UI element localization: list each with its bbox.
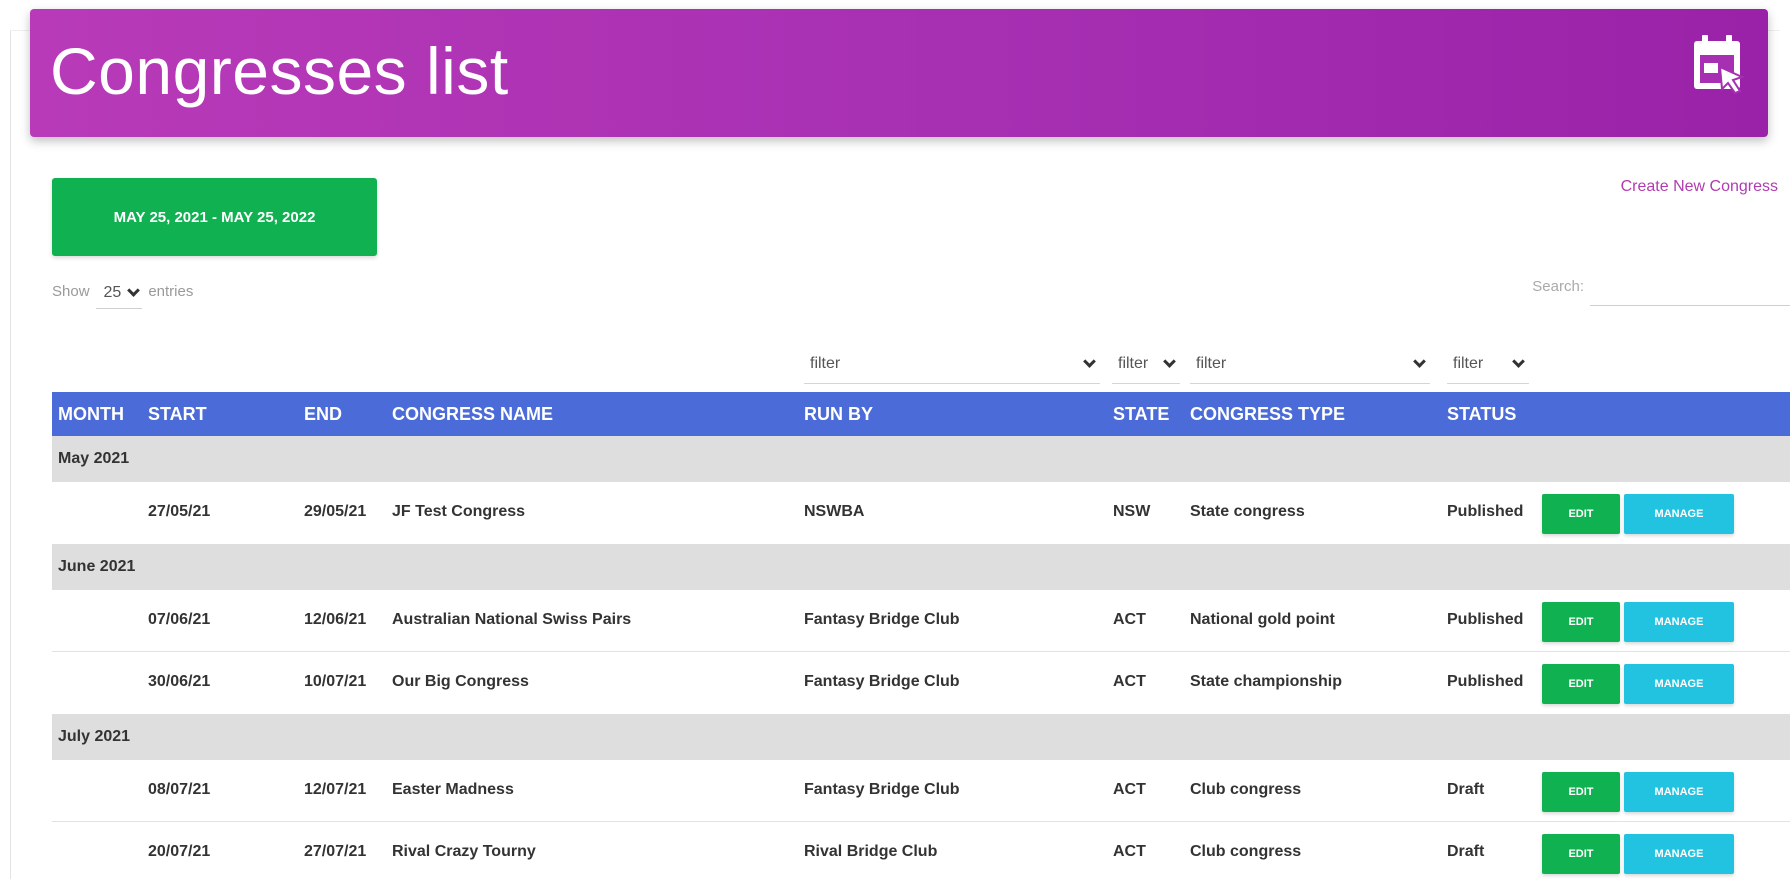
- start-date: 30/06/21: [148, 673, 211, 690]
- manage-button[interactable]: MANAGE: [1624, 664, 1734, 704]
- state: ACT: [1113, 781, 1146, 798]
- congress-type: National gold point: [1190, 611, 1335, 628]
- congress-name: JF Test Congress: [392, 503, 526, 520]
- column-start[interactable]: START: [148, 404, 207, 425]
- congress-name: Australian National Swiss Pairs: [392, 611, 632, 628]
- filter-state-value: filter: [1118, 354, 1149, 372]
- congress-name: Rival Crazy Tourny: [392, 843, 536, 860]
- start-date: 07/06/21: [148, 611, 211, 628]
- edit-button[interactable]: EDIT: [1542, 834, 1620, 874]
- filter-congress-type-value: filter: [1196, 354, 1227, 372]
- congress-name: Our Big Congress: [392, 673, 529, 690]
- column-run-by[interactable]: RUN BY: [804, 404, 873, 425]
- status: Published: [1447, 673, 1524, 690]
- edit-button[interactable]: EDIT: [1542, 602, 1620, 642]
- start-date: 27/05/21: [148, 503, 211, 520]
- chevron-down-icon: [1163, 354, 1176, 368]
- row-actions: EDIT MANAGE: [1542, 602, 1734, 642]
- page-border: [10, 30, 11, 879]
- search-input[interactable]: [1590, 268, 1790, 306]
- congress-type: State championship: [1190, 673, 1343, 690]
- create-new-congress-link[interactable]: Create New Congress: [1621, 178, 1778, 196]
- column-congress-name[interactable]: CONGRESS NAME: [392, 404, 553, 425]
- filter-status-value: filter: [1453, 354, 1484, 372]
- run-by: NSWBA: [804, 503, 865, 520]
- column-end[interactable]: END: [304, 404, 342, 425]
- filter-run-by-value: filter: [810, 354, 841, 372]
- show-label: Show: [52, 283, 90, 300]
- chevron-down-icon: [1512, 354, 1525, 368]
- table-row: 20/07/21 27/07/21 Rival Crazy Tourny Riv…: [52, 822, 1790, 879]
- state: ACT: [1113, 611, 1146, 628]
- edit-button[interactable]: EDIT: [1542, 494, 1620, 534]
- entries-control: Show 25 entries: [52, 274, 193, 309]
- chevron-down-icon: [127, 284, 141, 297]
- month-label: July 2021: [58, 728, 131, 745]
- column-month[interactable]: MONTH: [58, 404, 124, 425]
- table-row: 27/05/21 29/05/21 JF Test Congress NSWBA…: [52, 482, 1790, 544]
- search-label: Search:: [1532, 278, 1584, 295]
- run-by: Fantasy Bridge Club: [804, 611, 960, 628]
- table-row: 07/06/21 12/06/21 Australian National Sw…: [52, 590, 1790, 652]
- manage-button[interactable]: MANAGE: [1624, 772, 1734, 812]
- end-date: 27/07/21: [304, 843, 367, 860]
- filter-run-by[interactable]: filter: [804, 344, 1100, 384]
- month-group-header: May 2021: [52, 436, 1790, 482]
- end-date: 10/07/21: [304, 673, 367, 690]
- filter-state[interactable]: filter: [1112, 344, 1180, 384]
- state: ACT: [1113, 673, 1146, 690]
- chevron-down-icon: [1413, 354, 1426, 368]
- entries-label: entries: [148, 283, 194, 300]
- manage-button[interactable]: MANAGE: [1624, 602, 1734, 642]
- table-row: 30/06/21 10/07/21 Our Big Congress Fanta…: [52, 652, 1790, 714]
- start-date: 08/07/21: [148, 781, 211, 798]
- status: Draft: [1447, 781, 1485, 798]
- run-by: Fantasy Bridge Club: [804, 673, 960, 690]
- calendar-cursor-icon[interactable]: [1690, 33, 1746, 97]
- column-status[interactable]: STATUS: [1447, 404, 1516, 425]
- congress-name: Easter Madness: [392, 781, 514, 798]
- column-congress-type[interactable]: CONGRESS TYPE: [1190, 404, 1345, 425]
- table-row: 08/07/21 12/07/21 Easter Madness Fantasy…: [52, 760, 1790, 822]
- page-size-value: 25: [103, 284, 122, 301]
- month-label: June 2021: [58, 558, 136, 575]
- edit-button[interactable]: EDIT: [1542, 772, 1620, 812]
- row-actions: EDIT MANAGE: [1542, 772, 1734, 812]
- congress-type: Club congress: [1190, 843, 1302, 860]
- state: ACT: [1113, 843, 1146, 860]
- state: NSW: [1113, 503, 1151, 520]
- manage-button[interactable]: MANAGE: [1624, 494, 1734, 534]
- month-group-header: June 2021: [52, 544, 1790, 590]
- filter-congress-type[interactable]: filter: [1190, 344, 1430, 384]
- manage-button[interactable]: MANAGE: [1624, 834, 1734, 874]
- end-date: 29/05/21: [304, 503, 367, 520]
- status: Draft: [1447, 843, 1485, 860]
- table-header: MONTH START END CONGRESS NAME RUN BY STA…: [52, 392, 1790, 436]
- run-by: Fantasy Bridge Club: [804, 781, 960, 798]
- row-actions: EDIT MANAGE: [1542, 834, 1734, 874]
- page-title: Congresses list: [50, 34, 509, 108]
- congress-table: MONTH START END CONGRESS NAME RUN BY STA…: [52, 392, 1790, 879]
- status: Published: [1447, 503, 1524, 520]
- row-actions: EDIT MANAGE: [1542, 664, 1734, 704]
- congress-type: State congress: [1190, 503, 1305, 520]
- edit-button[interactable]: EDIT: [1542, 664, 1620, 704]
- run-by: Rival Bridge Club: [804, 843, 938, 860]
- column-state[interactable]: STATE: [1113, 404, 1169, 425]
- congress-type: Club congress: [1190, 781, 1302, 798]
- start-date: 20/07/21: [148, 843, 211, 860]
- end-date: 12/06/21: [304, 611, 367, 628]
- page-header: Congresses list: [30, 9, 1768, 137]
- month-label: May 2021: [58, 450, 130, 467]
- status: Published: [1447, 611, 1524, 628]
- page-size-select[interactable]: 25: [95, 282, 143, 309]
- filter-status[interactable]: filter: [1447, 344, 1529, 384]
- row-actions: EDIT MANAGE: [1542, 494, 1734, 534]
- date-range-button[interactable]: MAY 25, 2021 - MAY 25, 2022: [52, 178, 377, 256]
- end-date: 12/07/21: [304, 781, 367, 798]
- month-group-header: July 2021: [52, 714, 1790, 760]
- chevron-down-icon: [1083, 354, 1096, 368]
